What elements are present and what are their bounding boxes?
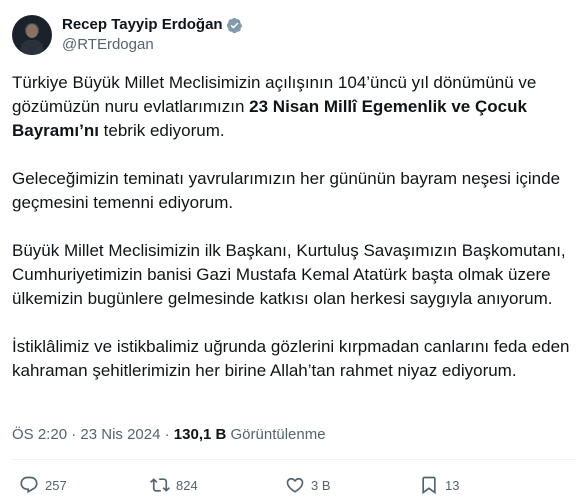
retweet-button[interactable]: 824 <box>150 471 198 499</box>
retweet-count: 824 <box>176 477 198 493</box>
avatar[interactable] <box>12 15 52 55</box>
meta-separator: · <box>71 426 77 443</box>
paragraph-2: Geleceğimizin teminatı yavrularımızın he… <box>12 169 561 212</box>
tweet-meta: ÖS 2:20 · 23 Nis 2024 · 130,1 B Görüntül… <box>12 425 326 445</box>
like-icon <box>286 477 304 493</box>
name-row: Recep Tayyip Erdoğan <box>62 15 243 35</box>
verified-badge-icon[interactable] <box>226 17 243 34</box>
bookmark-button[interactable]: 13 <box>419 471 459 499</box>
like-count: 3 B <box>311 477 331 493</box>
bookmark-count: 13 <box>445 477 460 493</box>
timestamp[interactable]: ÖS 2:20 <box>12 425 67 445</box>
handle[interactable]: @RTErdogan <box>62 35 243 55</box>
reply-count: 257 <box>45 477 67 493</box>
paragraph-1-end: tebrik ediyorum. <box>98 121 225 140</box>
avatar-face <box>26 24 38 38</box>
tweet: Recep Tayyip Erdoğan @RTErdogan Türkiye … <box>0 0 585 502</box>
tweet-body: Türkiye Büyük Millet Meclisimizin açılış… <box>12 71 577 383</box>
reply-icon <box>20 476 38 494</box>
retweet-icon <box>150 478 170 492</box>
views-count: 130,1 B <box>173 426 227 443</box>
paragraph-1: Türkiye Büyük Millet Meclisimizin açılış… <box>12 71 577 143</box>
paragraph-3: Büyük Millet Meclisimizin ilk Başkanı, K… <box>12 241 566 308</box>
meta-separator-2: · <box>164 426 170 443</box>
divider <box>12 459 577 460</box>
date[interactable]: 23 Nis 2024 <box>80 425 160 445</box>
action-bar: 257 824 3 B 13 <box>0 471 585 499</box>
paragraph-4: İstiklâlimiz ve istikbalimiz uğrunda göz… <box>12 337 570 380</box>
display-name[interactable]: Recep Tayyip Erdoğan <box>62 15 223 35</box>
like-button[interactable]: 3 B <box>285 471 331 499</box>
reply-button[interactable]: 257 <box>19 471 67 499</box>
bookmark-icon <box>422 476 436 495</box>
tweet-header: Recep Tayyip Erdoğan @RTErdogan <box>12 12 243 58</box>
views-label: Görüntülenme <box>230 426 326 443</box>
author-names: Recep Tayyip Erdoğan @RTErdogan <box>62 15 243 55</box>
